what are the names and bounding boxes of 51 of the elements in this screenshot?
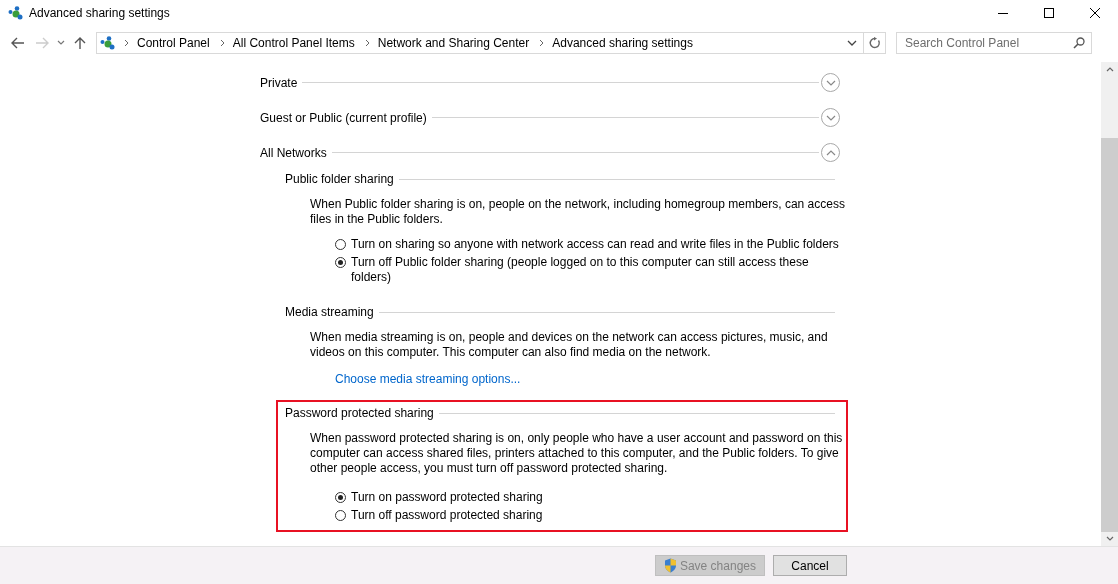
collapse-button[interactable] xyxy=(821,143,840,162)
radio-button[interactable] xyxy=(335,492,346,503)
radio-label: Turn off Public folder sharing (people logged on to this computer can still access these folders) xyxy=(351,255,810,285)
expand-button[interactable] xyxy=(821,73,840,92)
cancel-button[interactable]: Cancel xyxy=(773,555,847,576)
maximize-icon xyxy=(1044,8,1054,18)
shield-icon xyxy=(663,558,677,573)
chevron-icon xyxy=(539,39,545,47)
window-title: Advanced sharing settings xyxy=(29,6,170,20)
network-icon xyxy=(8,6,24,20)
description-text: When media streaming is on, people and devices on the network can access pictures, music, and videos on this computer. This computer can also find media on the network. xyxy=(310,330,829,360)
radio-button[interactable] xyxy=(335,257,346,268)
caret-icon xyxy=(57,40,65,46)
back-arrow-icon xyxy=(11,37,25,49)
radio-label: Turn on sharing so anyone with network access can read and write files in the Public folders xyxy=(351,237,840,252)
media-options-link[interactable]: Choose media streaming options... xyxy=(335,372,521,386)
search-icon xyxy=(1073,37,1085,49)
radio-button[interactable] xyxy=(335,510,346,521)
network-icon xyxy=(100,36,116,50)
breadcrumb[interactable]: All Control Panel Items xyxy=(232,36,355,50)
close-icon xyxy=(1090,8,1100,18)
address-bar[interactable]: Control Panel All Control Panel Items Network and Sharing Center Advanced sharing settings xyxy=(96,32,886,54)
breadcrumb[interactable]: Advanced sharing settings xyxy=(552,36,693,50)
expand-button[interactable] xyxy=(821,108,840,127)
chevron-down-icon xyxy=(825,114,836,121)
breadcrumb[interactable]: Control Panel xyxy=(137,36,210,50)
radio-label: Turn on password protected sharing xyxy=(351,490,544,505)
section-heading: Media streaming xyxy=(285,305,374,319)
scroll-down-icon[interactable] xyxy=(1105,536,1114,541)
radio-label: Turn off password protected sharing xyxy=(351,508,544,523)
section-heading: Password protected sharing xyxy=(285,406,434,420)
forward-arrow-icon xyxy=(35,37,49,49)
chevron-up-icon xyxy=(825,149,836,156)
section-heading: Public folder sharing xyxy=(285,172,394,186)
chevron-icon xyxy=(219,39,225,47)
chevron-icon xyxy=(124,39,129,47)
breadcrumb[interactable]: Network and Sharing Center xyxy=(377,36,530,50)
profile-heading: Guest or Public (current profile) xyxy=(260,110,427,125)
radio-button[interactable] xyxy=(335,239,346,250)
description-text: When password protected sharing is on, only people who have a user account and password on this computer can access shared files, printers attached to this computer, and the Public folders. To give other people access, you must turn off password protected sharing. xyxy=(310,431,844,476)
scrollbar[interactable] xyxy=(1101,62,1118,546)
profile-heading: All Networks xyxy=(260,145,327,160)
profile-heading: Private xyxy=(260,75,298,90)
up-arrow-icon xyxy=(74,36,86,50)
refresh-icon xyxy=(868,37,881,49)
chevron-icon xyxy=(364,39,370,47)
description-text: When Public folder sharing is on, people on the network, including homegroup members, can access files in the Public folders. xyxy=(310,197,846,227)
dropdown-icon[interactable] xyxy=(847,40,857,46)
scroll-up-icon[interactable] xyxy=(1105,67,1114,72)
chevron-down-icon xyxy=(825,79,836,86)
search-field[interactable]: Search Control Panel xyxy=(896,32,1092,54)
